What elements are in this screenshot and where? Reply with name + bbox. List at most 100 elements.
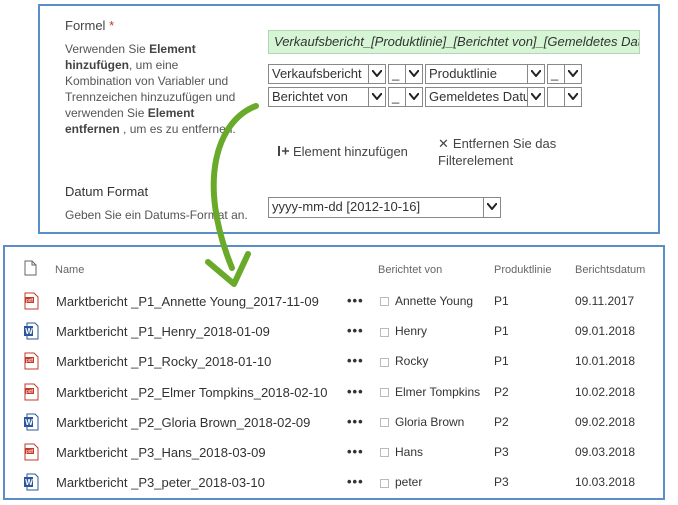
more-options-icon[interactable]: •••	[347, 384, 364, 399]
chevron-down-icon	[405, 88, 422, 106]
separator-select-4[interactable]	[547, 87, 582, 107]
reported-by-text[interactable]: Annette Young	[395, 294, 473, 308]
pdf-file-icon: pdf	[24, 383, 39, 401]
reported-by-cell: Hans	[380, 445, 423, 459]
add-element-button[interactable]: Element hinzufügen	[278, 144, 408, 160]
svg-text:pdf: pdf	[26, 358, 34, 364]
table-row[interactable]: pdf Marktbericht _P2_Elmer Tompkins_2018-…	[5, 383, 665, 409]
product-line-cell: P2	[494, 384, 509, 399]
date-format-description: Geben Sie ein Datums-Format an.	[65, 208, 248, 222]
pdf-file-icon: pdf	[24, 443, 39, 461]
report-date-cell: 10.02.2018	[575, 384, 636, 399]
reported-by-cell: Elmer Tompkins	[380, 385, 480, 399]
table-row[interactable]: pdf Marktbericht _P3_Hans_2018-03-09 ••• Ha…	[5, 443, 665, 469]
table-row[interactable]: pdf Marktbericht _P1_Rocky_2018-01-10 ••• R…	[5, 352, 665, 378]
reported-by-text[interactable]: peter	[395, 475, 422, 489]
chevron-down-icon	[368, 88, 385, 106]
column-header-report-date[interactable]: Berichtsdatum	[575, 264, 645, 276]
reported-by-cell: Henry	[380, 324, 427, 338]
document-name-link[interactable]: Marktbericht _P3_peter_2018-03-10	[56, 475, 265, 490]
column-header-product-line[interactable]: Produktlinie	[494, 264, 551, 276]
person-icon	[380, 297, 389, 307]
chevron-down-icon	[564, 88, 581, 106]
word-file-icon: W	[24, 473, 39, 491]
person-icon	[380, 387, 389, 397]
separator-select-3[interactable]: _	[388, 87, 423, 107]
report-date-cell: 10.01.2018	[575, 354, 636, 369]
variable-select-3[interactable]: Berichtet von	[268, 87, 386, 107]
formula-input[interactable]: Verkaufsbericht_[Produktlinie]_[Berichte…	[268, 30, 640, 54]
document-name-link[interactable]: Marktbericht _P1_Henry_2018-01-09	[56, 324, 270, 339]
document-name-link[interactable]: Marktbericht _P2_Gloria Brown_2018-02-09	[56, 415, 310, 430]
pdf-file-icon: pdf	[24, 352, 39, 370]
reported-by-text[interactable]: Henry	[395, 324, 427, 338]
document-name-link[interactable]: Marktbericht _P2_Elmer Tompkins_2018-02-…	[56, 385, 327, 400]
svg-text:W: W	[25, 327, 33, 336]
product-line-cell: P2	[494, 414, 509, 429]
product-line-cell: P3	[494, 445, 509, 459]
person-icon	[380, 448, 389, 458]
reported-by-cell: Annette Young	[380, 294, 473, 308]
person-icon	[380, 478, 389, 488]
person-icon	[380, 327, 389, 337]
report-date-cell: 10.03.2018	[575, 475, 636, 490]
reported-by-text[interactable]: Hans	[395, 445, 423, 459]
formula-settings-panel: Formel * Verwenden Sie Element hinzufüge…	[38, 4, 660, 234]
more-options-icon[interactable]: •••	[347, 323, 364, 338]
svg-text:pdf: pdf	[26, 298, 34, 304]
more-options-icon[interactable]: •••	[347, 474, 364, 489]
formel-label: Formel *	[65, 18, 115, 33]
document-name-link[interactable]: Marktbericht _P1_Rocky_2018-01-10	[56, 354, 271, 369]
svg-text:pdf: pdf	[26, 389, 34, 395]
variable-select-4[interactable]: Gemeldetes Datum	[425, 87, 545, 107]
product-line-cell: P1	[494, 294, 509, 308]
date-format-select[interactable]: yyyy-mm-dd [2012-10-16]	[268, 197, 501, 218]
column-header-reported-by[interactable]: Berichtet von	[378, 264, 442, 276]
remove-element-button[interactable]: ✕ Entfernen Sie das Filterelement	[438, 135, 568, 169]
document-name-link[interactable]: Marktbericht _P1_Annette Young_2017-11-0…	[56, 294, 319, 309]
reported-by-text[interactable]: Elmer Tompkins	[395, 385, 480, 399]
svg-text:pdf: pdf	[26, 449, 34, 455]
table-row[interactable]: W Marktbericht _P1_Henry_2018-01-09 ••• Hen…	[5, 322, 665, 348]
person-icon	[380, 418, 389, 428]
separator-select-2[interactable]: _	[547, 64, 582, 84]
document-list-panel: Name Berichtet von Produktlinie Berichts…	[3, 245, 665, 500]
separator-select-1[interactable]: _	[388, 64, 423, 84]
variable-select-1[interactable]: Verkaufsbericht	[268, 64, 386, 84]
close-icon: ✕	[438, 136, 449, 151]
reported-by-text[interactable]: Gloria Brown	[395, 415, 464, 429]
svg-text:W: W	[25, 418, 33, 427]
date-format-label: Datum Format	[65, 184, 149, 199]
variable-select-2[interactable]: Produktlinie	[425, 64, 545, 84]
reported-by-cell: peter	[380, 475, 422, 489]
chevron-down-icon	[564, 65, 581, 83]
word-file-icon: W	[24, 413, 39, 431]
required-mark: *	[109, 18, 115, 33]
chevron-down-icon	[368, 65, 385, 83]
add-element-icon	[278, 145, 290, 160]
table-row[interactable]: pdf Marktbericht _P1_Annette Young_2017-1…	[5, 292, 665, 318]
product-line-cell: P1	[494, 354, 509, 369]
chevron-down-icon	[483, 198, 500, 217]
document-name-link[interactable]: Marktbericht _P3_Hans_2018-03-09	[56, 445, 266, 460]
more-options-icon[interactable]: •••	[347, 293, 364, 308]
report-date-cell: 09.03.2018	[575, 445, 636, 459]
table-row[interactable]: W Marktbericht _P3_peter_2018-03-10 ••• pet…	[5, 473, 665, 499]
more-options-icon[interactable]: •••	[347, 353, 364, 368]
reported-by-text[interactable]: Rocky	[395, 354, 428, 368]
person-icon	[380, 357, 389, 367]
svg-text:W: W	[25, 478, 33, 487]
chevron-down-icon	[527, 65, 544, 83]
product-line-cell: P1	[494, 324, 509, 339]
word-file-icon: W	[24, 322, 39, 340]
column-header-name[interactable]: Name	[55, 264, 84, 276]
chevron-down-icon	[527, 88, 544, 106]
file-type-header-icon	[24, 260, 37, 281]
reported-by-cell: Rocky	[380, 354, 428, 368]
formula-description: Verwenden Sie Element hinzufügen, um ein…	[65, 42, 236, 136]
reported-by-cell: Gloria Brown	[380, 415, 464, 429]
report-date-cell: 09.02.2018	[575, 414, 636, 429]
more-options-icon[interactable]: •••	[347, 444, 364, 459]
table-row[interactable]: W Marktbericht _P2_Gloria Brown_2018-02-0…	[5, 413, 665, 439]
more-options-icon[interactable]: •••	[347, 414, 364, 429]
